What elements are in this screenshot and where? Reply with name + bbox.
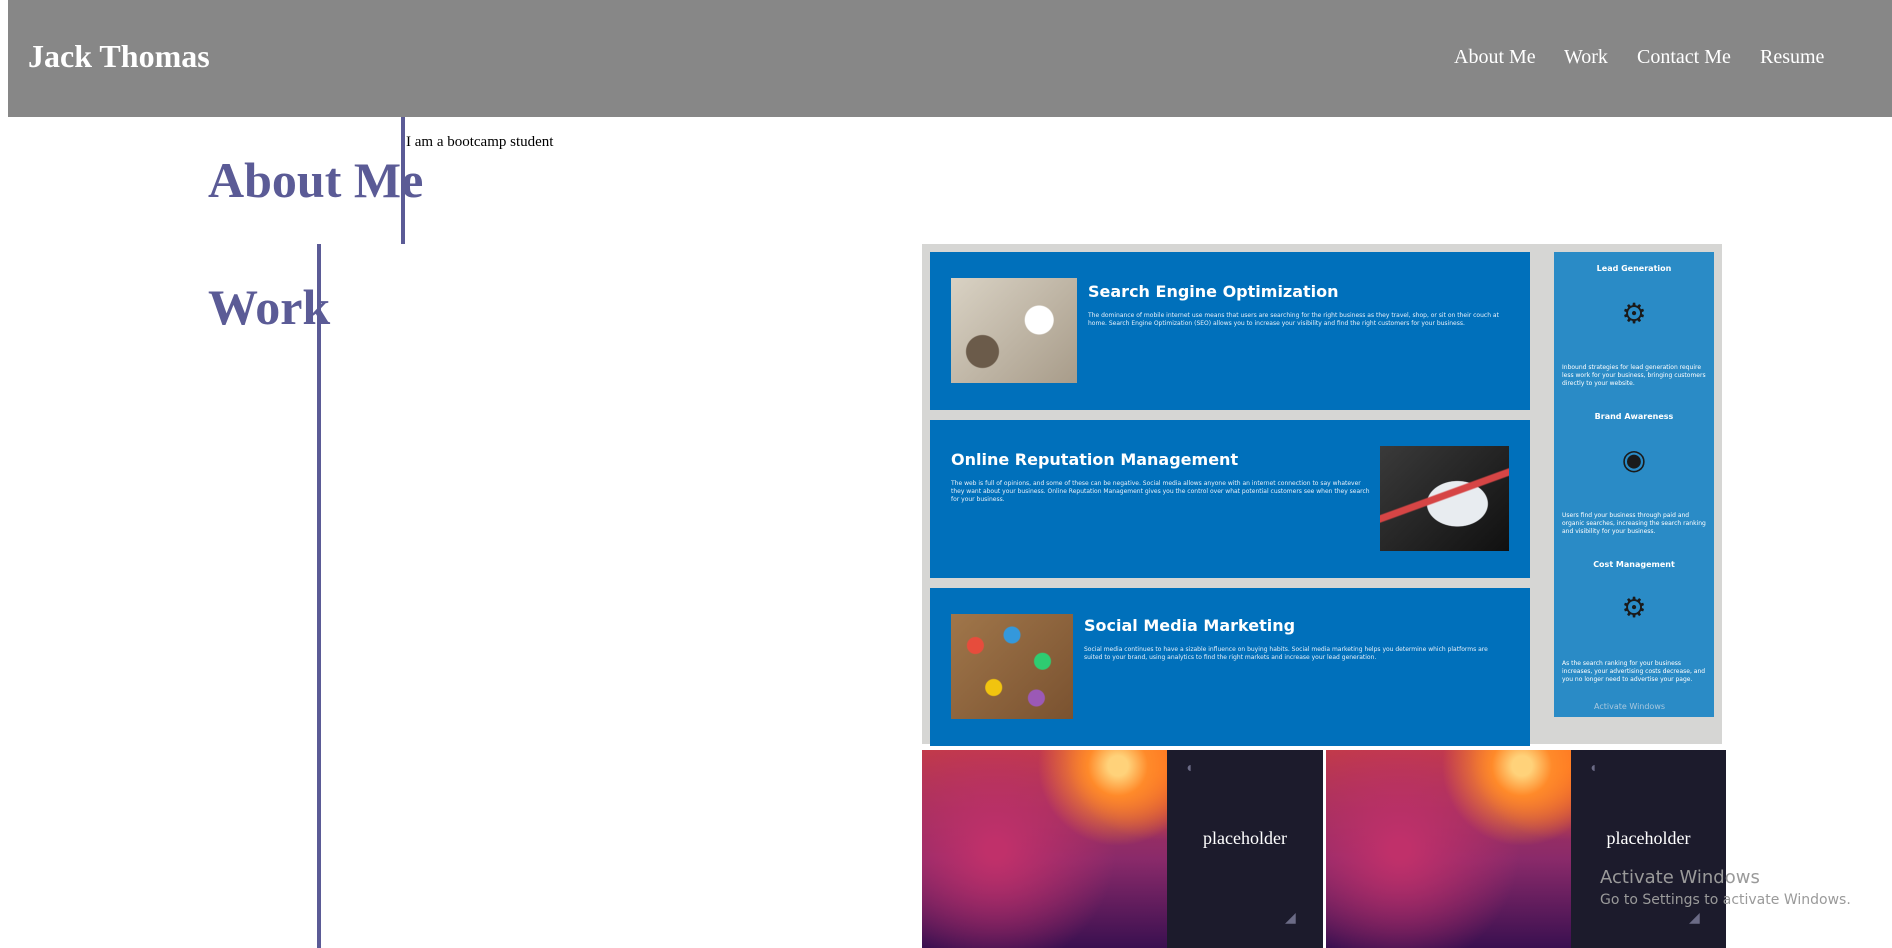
work-project-marketing[interactable]: Search Engine Optimization The dominance… xyxy=(922,244,1722,746)
nav-link-work[interactable]: Work xyxy=(1564,44,1608,70)
card-text: The web is full of opinions, and some of… xyxy=(951,480,1370,503)
reputation-laptop-photo-icon xyxy=(1380,446,1509,551)
placeholder-card: ◖ placeholder ◢ xyxy=(1571,750,1726,948)
sidebar-title: Brand Awareness xyxy=(1594,412,1674,421)
card-text: The dominance of mobile internet use mea… xyxy=(1088,312,1499,327)
about-me-heading: About Me xyxy=(208,152,424,208)
card-smm: Social Media Marketing Social media cont… xyxy=(930,588,1530,746)
sidebar-text: As the search ranking for your business … xyxy=(1562,660,1706,683)
nav-link-contact-me[interactable]: Contact Me xyxy=(1637,44,1731,70)
site-header: Jack Thomas About Me Work Contact Me Res… xyxy=(8,0,1892,117)
play-icon: ◢ xyxy=(1689,911,1700,926)
lightbulb-gear-icon: ⚙ xyxy=(1621,297,1647,330)
broadcast-person-icon: ◉ xyxy=(1621,443,1647,476)
placeholder-label: placeholder xyxy=(1203,828,1287,848)
about-text: I am a bootcamp student xyxy=(406,134,554,150)
sidebar-title: Lead Generation xyxy=(1596,264,1672,273)
sidebar-title: Cost Management xyxy=(1593,560,1675,569)
card-title: Online Reputation Management xyxy=(951,450,1239,469)
marketing-sidebar: Lead Generation ⚙ Inbound strategies for… xyxy=(1554,252,1714,717)
watermark-subtitle: Go to Settings to activate Windows. xyxy=(1600,892,1851,908)
windows-activation-watermark: Activate Windows Go to Settings to activ… xyxy=(1600,866,1851,910)
page: Jack Thomas About Me Work Contact Me Res… xyxy=(0,0,1892,948)
abstract-network-art xyxy=(922,750,1167,948)
watermark-title: Activate Windows xyxy=(1600,867,1760,888)
card-seo: Search Engine Optimization The dominance… xyxy=(930,252,1530,410)
card-orm: Online Reputation Management The web is … xyxy=(930,420,1530,578)
moon-icon: ◖ xyxy=(1589,761,1598,776)
card-text: Social media continues to have a sizable… xyxy=(1084,646,1488,661)
main-nav: About Me Work Contact Me Resume xyxy=(8,44,1892,70)
work-project-placeholder-2[interactable]: ◖ placeholder ◢ xyxy=(1326,750,1726,948)
sidebar-text: Inbound strategies for lead generation r… xyxy=(1562,364,1706,387)
social-media-icons-photo-icon xyxy=(951,614,1073,719)
work-divider xyxy=(317,244,321,948)
work-project-placeholder-1[interactable]: ◖ placeholder ◢ xyxy=(922,750,1323,948)
nav-link-resume[interactable]: Resume xyxy=(1760,44,1824,70)
placeholder-label: placeholder xyxy=(1606,828,1691,848)
placeholder-card: ◖ placeholder ◢ xyxy=(1167,750,1323,948)
panel-watermark: Activate Windows xyxy=(1594,702,1666,711)
card-title: Social Media Marketing xyxy=(1084,616,1296,635)
nav-link-about-me[interactable]: About Me xyxy=(1454,44,1536,70)
play-icon: ◢ xyxy=(1285,911,1296,926)
work-heading: Work xyxy=(208,279,331,335)
about-divider xyxy=(401,117,405,244)
seo-desk-photo-icon xyxy=(951,278,1077,383)
sidebar-text: Users find your business through paid an… xyxy=(1562,512,1706,535)
money-gears-icon: ⚙ xyxy=(1621,591,1647,624)
moon-icon: ◖ xyxy=(1185,761,1194,776)
abstract-network-art xyxy=(1326,750,1571,948)
card-title: Search Engine Optimization xyxy=(1088,282,1339,301)
